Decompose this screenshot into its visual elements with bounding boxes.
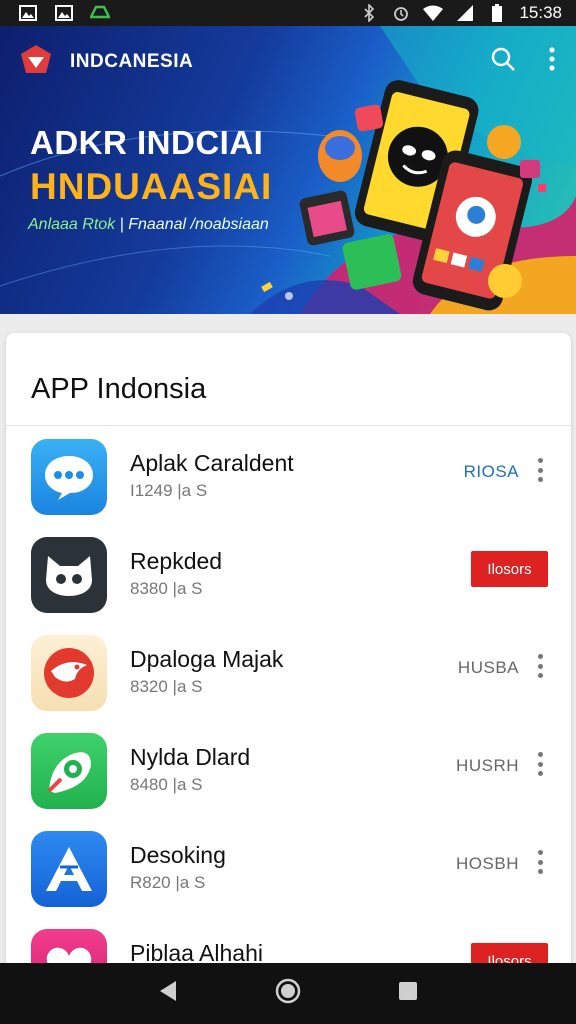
app-name: Aplak Caraldent [130, 450, 294, 476]
a-logo-icon [31, 831, 107, 907]
more-vert-icon[interactable] [535, 752, 545, 776]
cat-face-icon [31, 537, 107, 613]
status-time: 15:38 [519, 3, 562, 22]
app-action-link[interactable]: RIOSA [464, 462, 519, 482]
back-icon[interactable] [158, 980, 178, 1007]
status-bar: 15:38 [0, 0, 576, 26]
image-icon [18, 4, 38, 22]
app-meta: I1249 |a S [130, 481, 208, 500]
banner-headline: ADKR INDCIAI [30, 124, 264, 161]
app-action-link[interactable]: HUSRH [456, 756, 519, 776]
app-action-link[interactable]: HOSBH [456, 854, 519, 874]
status-left-icons [18, 4, 110, 22]
home-icon[interactable] [275, 978, 301, 1009]
drive-icon [90, 4, 110, 22]
search-icon[interactable] [490, 46, 516, 77]
bluetooth-icon [359, 4, 379, 22]
promo-banner[interactable]: INDCANESIA ADKR INDCIAI HNDUAASIAI Anlaa… [0, 26, 576, 314]
app-meta: 8380 |a S [130, 579, 203, 598]
brand-name: INDCANESIA [70, 50, 194, 72]
pager-dot[interactable] [285, 292, 293, 300]
app-row[interactable]: Desoking R820 |a S HOSBH [6, 818, 571, 916]
alarm-icon [391, 4, 411, 22]
more-vert-icon[interactable] [535, 458, 545, 482]
recents-icon[interactable] [398, 981, 418, 1006]
app-meta: 8320 |a S [130, 677, 203, 696]
tagline-part: /noabsiaan [190, 216, 269, 233]
banner-tagline: Anlaaa Rtok | Fnaanal /noabsiaan [28, 216, 269, 234]
install-button[interactable]: Ilosors [471, 551, 548, 587]
system-nav-bar [0, 963, 576, 1024]
app-row[interactable]: Nylda Dlard 8480 |a S HUSRH [6, 720, 571, 818]
app-row[interactable]: Dpaloga Majak 8320 |a S HUSBA [6, 622, 571, 720]
app-list-card: APP Indonsia Aplak Caraldent I1249 |a S … [6, 333, 571, 993]
app-name: Dpaloga Majak [130, 646, 284, 672]
section-title: APP Indonsia [6, 333, 571, 426]
app-row[interactable]: Aplak Caraldent I1249 |a S RIOSA [6, 426, 571, 524]
more-vert-icon[interactable] [535, 850, 545, 874]
bird-icon [31, 635, 107, 711]
app-name: Desoking [130, 842, 226, 868]
app-meta: R820 |a S [130, 873, 206, 892]
battery-icon [487, 4, 507, 22]
more-vert-icon[interactable] [548, 46, 556, 77]
tagline-part: Anlaaa Rtok [28, 216, 116, 233]
leaf-eye-icon [31, 733, 107, 809]
app-row[interactable]: Repkded 8380 |a S Ilosors [6, 524, 571, 622]
brand-logo-icon [20, 44, 52, 79]
signal-icon [455, 4, 475, 22]
app-name: Repkded [130, 548, 223, 574]
app-name: Nylda Dlard [130, 744, 251, 770]
app-meta: 8480 |a S [130, 775, 203, 794]
wifi-icon [423, 4, 444, 22]
chat-bubble-icon [31, 439, 107, 515]
tagline-part: | Fnaanal [119, 216, 187, 233]
app-action-link[interactable]: HUSBA [458, 658, 519, 678]
image-icon [54, 4, 74, 22]
more-vert-icon[interactable] [535, 654, 545, 678]
banner-headline-accent: HNDUAASIAI [30, 166, 273, 207]
